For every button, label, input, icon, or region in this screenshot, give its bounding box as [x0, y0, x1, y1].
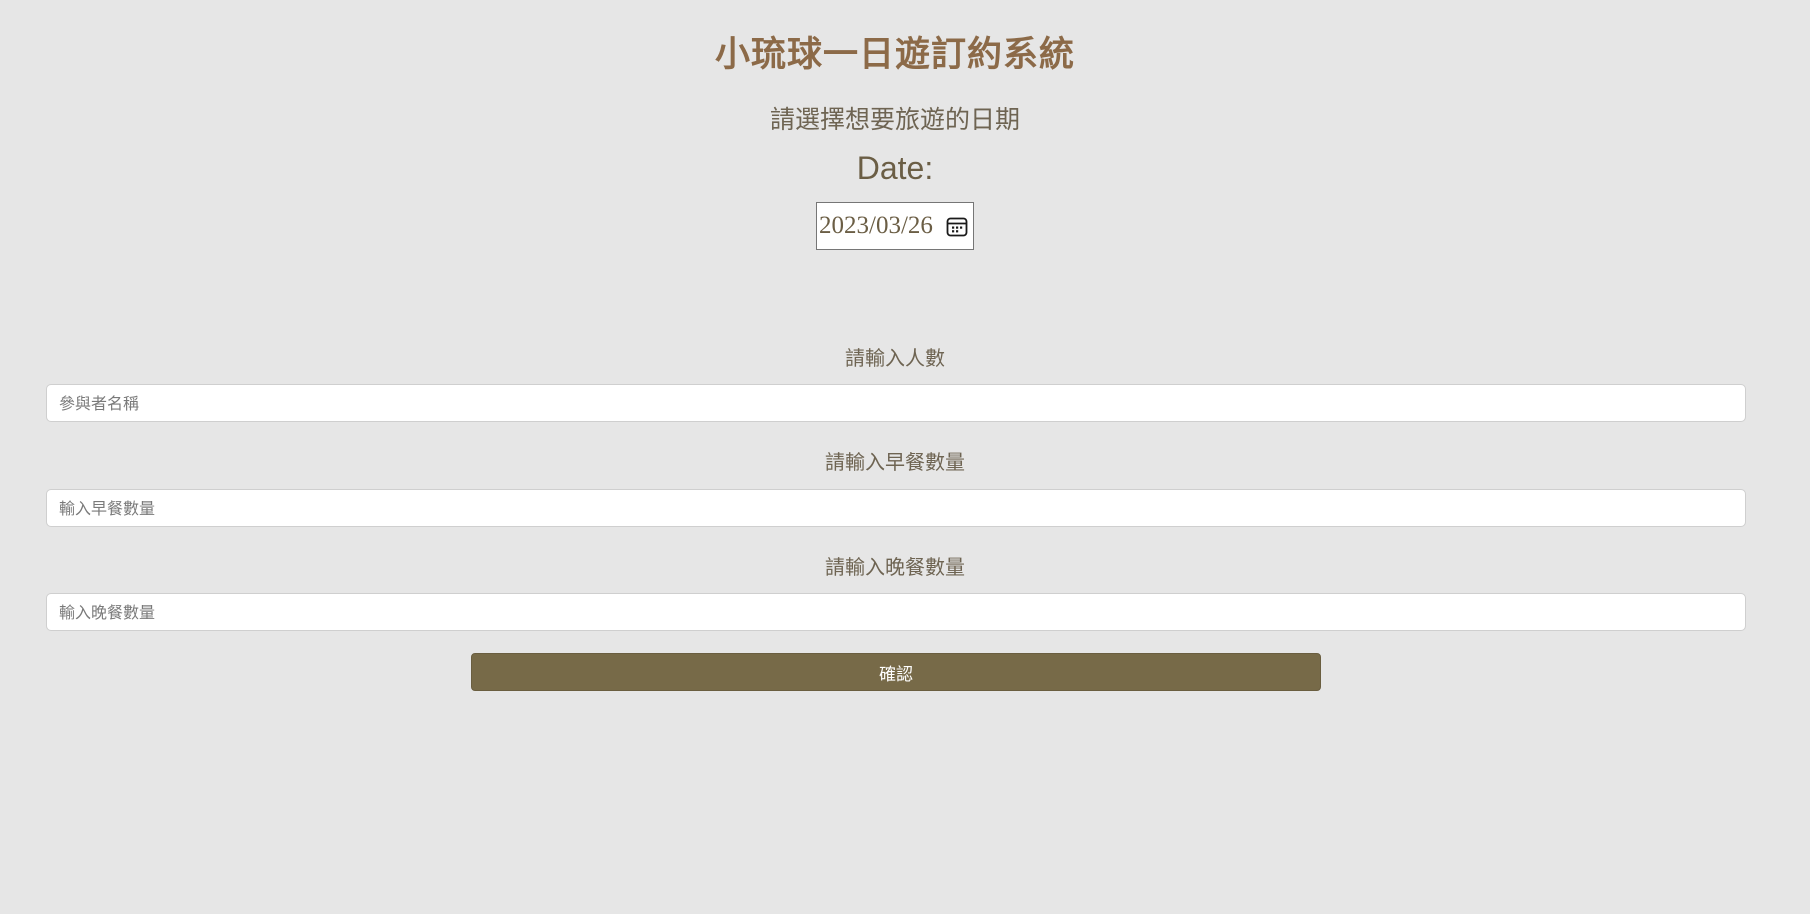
breakfast-label: 請輸入早餐數量: [825, 450, 965, 474]
confirm-button[interactable]: 確認: [471, 653, 1321, 691]
calendar-icon[interactable]: [945, 215, 969, 239]
people-label: 請輸入人數: [845, 346, 945, 370]
date-prompt: 請選擇想要旅遊的日期: [769, 105, 1020, 134]
breakfast-input[interactable]: [46, 489, 1746, 527]
people-input[interactable]: [46, 384, 1746, 422]
date-label: Date:: [856, 150, 934, 186]
date-value: 2023/03/26: [819, 212, 933, 239]
page-title: 小琉球一日遊訂約系統: [714, 35, 1075, 75]
date-input[interactable]: 2023/03/26: [816, 202, 974, 250]
dinner-label: 請輸入晚餐數量: [825, 555, 965, 579]
dinner-input[interactable]: [46, 593, 1746, 631]
